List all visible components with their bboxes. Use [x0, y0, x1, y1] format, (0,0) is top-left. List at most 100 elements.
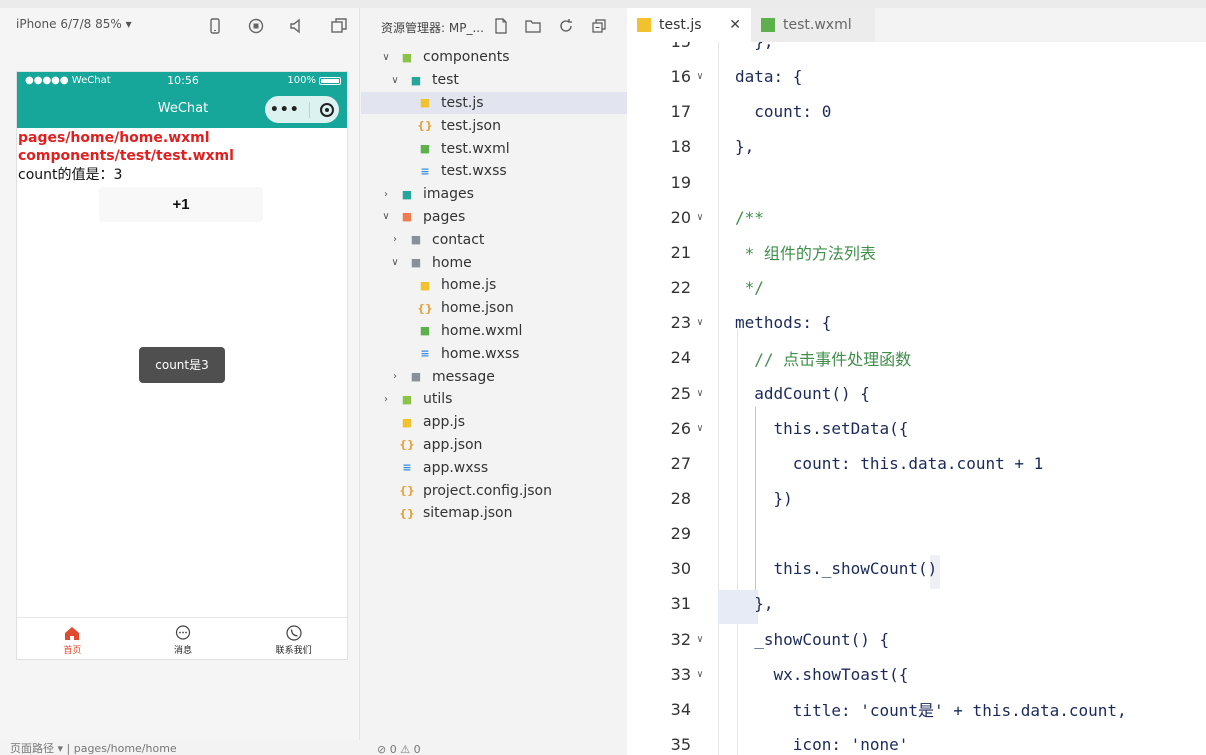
line-number: 20: [670, 207, 691, 227]
tree-item[interactable]: ■ test.js: [361, 91, 627, 115]
volume-icon[interactable]: [288, 17, 306, 35]
tree-item[interactable]: ∨ ■ components: [361, 46, 627, 69]
tree-item-label: app.json: [423, 436, 483, 453]
phone-mode-icon[interactable]: [206, 17, 224, 35]
chevron-right-icon[interactable]: ›: [388, 371, 402, 382]
chevron-right-icon[interactable]: ›: [379, 189, 393, 200]
line-number: 31: [670, 594, 691, 614]
page-path-bar[interactable]: 页面路径 ▾ | pages/home/home: [0, 740, 360, 755]
chevron-down-icon[interactable]: ∨: [379, 52, 393, 63]
close-tab-icon[interactable]: ✕: [729, 17, 741, 33]
fold-chevron-icon[interactable]: ∨: [697, 423, 703, 434]
code-text: }): [735, 488, 793, 508]
tree-item-label: components: [423, 49, 510, 66]
collapse-all-icon[interactable]: [591, 18, 607, 34]
increment-button[interactable]: +1: [99, 187, 263, 222]
top-strip: [0, 0, 1206, 8]
tree-item[interactable]: ■ home.js: [361, 274, 627, 297]
folder-icon: ■: [401, 210, 413, 224]
tree-item[interactable]: ■ test.wxml: [361, 137, 627, 160]
more-icon[interactable]: •••: [270, 102, 300, 118]
code-line: 32 ∨ _showCount() {: [627, 622, 1206, 657]
chevron-down-icon[interactable]: ∨: [388, 257, 402, 268]
tab-test-js[interactable]: test.js ✕: [627, 8, 751, 42]
code-line: 35 icon: 'none': [627, 727, 1206, 755]
tab-home[interactable]: 首页: [17, 618, 128, 659]
code-text: /**: [735, 207, 764, 227]
tree-item[interactable]: {} test.json: [361, 114, 627, 137]
new-file-icon[interactable]: [493, 18, 509, 34]
tree-item[interactable]: ≡ test.wxss: [361, 160, 627, 183]
tree-item[interactable]: ∨ ■ home: [361, 251, 627, 274]
problems-status[interactable]: ⊘ 0 ⚠ 0: [377, 743, 421, 755]
tree-item[interactable]: ■ home.wxml: [361, 320, 627, 343]
fold-chevron-icon[interactable]: ∨: [697, 388, 703, 399]
folder-icon: ■: [410, 370, 422, 384]
code-text: },: [735, 42, 773, 51]
chevron-down-icon[interactable]: ∨: [388, 75, 402, 86]
line-number: 16: [670, 67, 691, 87]
stop-icon[interactable]: [247, 17, 265, 35]
line-number: 25: [670, 383, 691, 403]
ide-window: iPhone 6/7/8 85% ▾ ●●●●● WeChat 10:56 10…: [0, 0, 1206, 755]
new-folder-icon[interactable]: [525, 18, 541, 34]
device-select[interactable]: iPhone 6/7/8 85% ▾: [16, 17, 132, 31]
close-app-icon[interactable]: [320, 102, 335, 117]
tree-item-label: home.json: [441, 300, 514, 317]
tree-item[interactable]: {} sitemap.json: [361, 502, 627, 525]
tree-item-label: app.wxss: [423, 459, 489, 476]
json-file-icon: {}: [417, 119, 433, 133]
tree-item-label: project.config.json: [423, 482, 552, 499]
line-number: 28: [670, 488, 691, 508]
chevron-down-icon[interactable]: ∨: [379, 211, 393, 222]
tree-item[interactable]: ≡ home.wxss: [361, 342, 627, 365]
fold-chevron-icon[interactable]: ∨: [697, 669, 703, 680]
line-number: 23: [670, 313, 691, 333]
code-text: data: {: [735, 67, 803, 87]
tree-item[interactable]: {} app.json: [361, 434, 627, 457]
tree-item-label: test.json: [441, 117, 501, 134]
tree-item[interactable]: ■ app.js: [361, 411, 627, 434]
tab-contact[interactable]: 联系我们: [238, 618, 347, 659]
chevron-right-icon[interactable]: ›: [388, 234, 402, 245]
tab-test-js-label: test.js: [659, 17, 702, 33]
fold-chevron-icon[interactable]: ∨: [697, 634, 703, 645]
fold-chevron-icon[interactable]: ∨: [697, 212, 703, 223]
refresh-icon[interactable]: [558, 18, 574, 34]
status-bar: ●●●●● WeChat 10:56 100%: [17, 72, 347, 90]
line-number: 33: [670, 664, 691, 684]
line-number: 27: [670, 453, 691, 473]
tree-item[interactable]: {} home.json: [361, 297, 627, 320]
folder-icon: ■: [410, 233, 422, 247]
detach-window-icon[interactable]: [330, 17, 348, 35]
chevron-right-icon[interactable]: ›: [379, 394, 393, 405]
tree-item[interactable]: › ■ contact: [361, 228, 627, 251]
fold-chevron-icon[interactable]: ∨: [697, 317, 703, 328]
tree-item[interactable]: › ■ utils: [361, 388, 627, 411]
line-number: 22: [670, 278, 691, 298]
tree-item[interactable]: ∨ ■ test: [361, 69, 627, 92]
tree-item[interactable]: {} project.config.json: [361, 479, 627, 502]
tab-message[interactable]: 消息: [128, 618, 239, 659]
code-line: 20 ∨ /**: [627, 200, 1206, 235]
tab-home-label: 首页: [63, 646, 82, 656]
menu-capsule[interactable]: •••: [265, 96, 339, 123]
tree-item-label: pages: [423, 208, 466, 225]
line-number: 21: [670, 242, 691, 262]
code-line: 33 ∨ wx.showToast({: [627, 657, 1206, 692]
file-tree: ∨ ■ components ∨ ■ test ■ test.js{} test.json ■ te…: [361, 46, 627, 525]
battery-status: 100%: [287, 75, 341, 86]
tab-test-wxml[interactable]: test.wxml: [751, 8, 875, 42]
tab-bar: 首页 消息 联系我们: [17, 617, 347, 659]
tab-message-label: 消息: [174, 646, 193, 656]
tree-item[interactable]: ∨ ■ pages: [361, 206, 627, 229]
code-area[interactable]: 15 },16∨data: {17 count: 018},1920∨/**21…: [627, 42, 1206, 755]
code-text: */: [735, 278, 764, 298]
code-text: icon: 'none': [735, 735, 909, 754]
tree-item[interactable]: › ■ message: [361, 365, 627, 388]
tree-item[interactable]: › ■ images: [361, 183, 627, 206]
tree-item[interactable]: ≡ app.wxss: [361, 456, 627, 479]
code-line: 34 title: 'count是' + this.data.count,: [627, 692, 1206, 727]
editor-tabs: test.js ✕ test.wxml: [627, 8, 1206, 42]
fold-chevron-icon[interactable]: ∨: [697, 71, 703, 82]
